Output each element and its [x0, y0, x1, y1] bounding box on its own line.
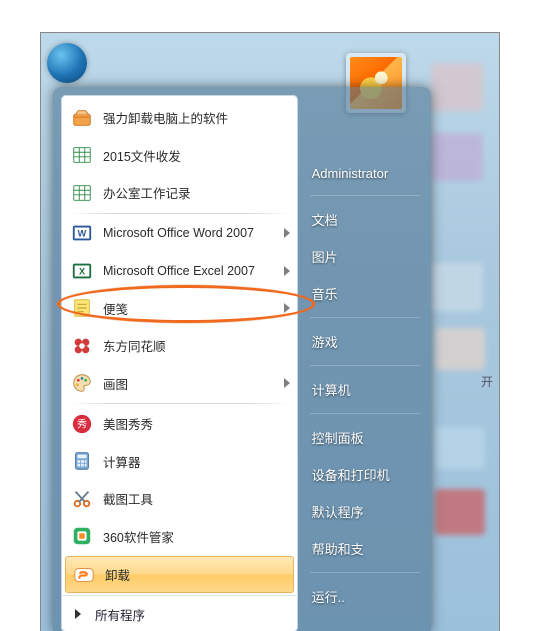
program-item[interactable]: 360软件管家	[63, 518, 296, 556]
start-menu: 强力卸载电脑上的软件 2015文件收发办公室工作记录 W Microsoft Offi…	[53, 87, 431, 631]
separator	[310, 572, 420, 573]
separator	[69, 403, 290, 404]
program-item-label: 2015文件收发	[103, 146, 290, 165]
program-item-label: 美图秀秀	[103, 414, 290, 433]
right-panel-item[interactable]: 控制面板	[310, 419, 423, 456]
right-panel-item[interactable]: 帮助和支	[310, 530, 423, 567]
program-item[interactable]: 东方同花顺	[63, 327, 296, 365]
triangle-right-icon	[75, 609, 81, 619]
separator	[310, 195, 420, 196]
excel-icon: X	[71, 260, 93, 282]
xiu-icon: 秀	[71, 413, 93, 435]
excel-grid-icon	[71, 182, 93, 204]
desktop-icon-blur	[431, 133, 483, 181]
excel-grid-icon	[71, 144, 93, 166]
program-item[interactable]: 办公室工作记录	[63, 174, 296, 212]
sogou-icon	[73, 564, 95, 586]
program-item-label: 强力卸载电脑上的软件	[103, 108, 290, 127]
separator	[310, 413, 420, 414]
calc-icon	[71, 450, 93, 472]
right-panel-item[interactable]: 设备和打印机	[310, 456, 423, 493]
separator	[310, 365, 420, 366]
all-programs-button[interactable]: 所有程序	[61, 595, 298, 631]
program-list: 强力卸载电脑上的软件 2015文件收发办公室工作记录 W Microsoft Offi…	[61, 95, 298, 595]
program-item-label: 东方同花顺	[103, 336, 290, 355]
desktop-icon-blur	[431, 63, 483, 111]
svg-text:W: W	[78, 229, 87, 239]
paint-icon	[71, 372, 93, 394]
user-name-label[interactable]: Administrator	[310, 157, 423, 190]
program-item-label: 卸载	[105, 565, 287, 584]
program-item[interactable]: 秀 美图秀秀	[63, 405, 296, 443]
desktop-icon-blur	[435, 427, 485, 469]
svg-text:X: X	[79, 266, 86, 276]
word-icon: W	[71, 222, 93, 244]
submenu-arrow-icon	[284, 303, 290, 313]
program-item-label: 便笺	[103, 299, 284, 318]
desktop-icon-blur	[435, 328, 485, 370]
separator	[69, 213, 290, 214]
snip-icon	[71, 488, 93, 510]
program-item[interactable]: 便笺	[63, 290, 296, 328]
program-item-label: Microsoft Office Excel 2007	[103, 264, 284, 278]
submenu-arrow-icon	[284, 378, 290, 388]
note-yellow-icon	[71, 297, 93, 319]
start-menu-left-panel: 强力卸载电脑上的软件 2015文件收发办公室工作记录 W Microsoft Offi…	[61, 95, 298, 631]
box-orange-icon	[71, 107, 93, 129]
right-panel-item[interactable]: 音乐	[310, 275, 423, 312]
program-item[interactable]: 卸载	[65, 556, 294, 593]
right-panel-item[interactable]: 默认程序	[310, 493, 423, 530]
submenu-arrow-icon	[284, 228, 290, 238]
flower-red-icon	[71, 335, 93, 357]
submenu-arrow-icon	[284, 266, 290, 276]
program-item-label: 画图	[103, 374, 284, 393]
program-item[interactable]: 2015文件收发	[63, 137, 296, 175]
screenshot-frame: 开 强力卸载电脑上的软件 2015文件收发办公室工作记录 W Microsoft Of…	[40, 32, 500, 631]
program-item[interactable]: W Microsoft Office Word 2007	[63, 215, 296, 253]
program-item-label: 360软件管家	[103, 527, 290, 546]
program-item-label: 计算器	[103, 452, 290, 471]
program-item[interactable]: X Microsoft Office Excel 2007	[63, 252, 296, 290]
right-panel-item[interactable]: 运行..	[310, 578, 423, 615]
separator	[310, 317, 420, 318]
program-item[interactable]: 计算器	[63, 443, 296, 481]
right-panel-item[interactable]: 文档	[310, 201, 423, 238]
all-programs-label: 所有程序	[95, 605, 145, 624]
right-panel-item[interactable]: 图片	[310, 238, 423, 275]
guard-green-icon	[71, 525, 93, 547]
program-item-label: 办公室工作记录	[103, 183, 290, 202]
desktop-icon-blur	[431, 263, 483, 311]
program-item[interactable]: 截图工具	[63, 480, 296, 518]
program-item[interactable]: 强力卸载电脑上的软件	[63, 99, 296, 137]
program-item[interactable]: 画图	[63, 365, 296, 403]
program-item-label: 截图工具	[103, 489, 290, 508]
right-panel-item[interactable]: 计算机	[310, 371, 423, 408]
desktop-icon-label: 开	[481, 373, 493, 390]
program-item-label: Microsoft Office Word 2007	[103, 226, 284, 240]
start-orb-icon[interactable]	[47, 43, 87, 83]
start-menu-right-panel: Administrator 文档图片音乐游戏计算机控制面板设备和打印机默认程序帮…	[298, 95, 423, 631]
svg-text:秀: 秀	[77, 418, 87, 430]
desktop-icon-blur	[435, 489, 485, 535]
right-panel-item[interactable]: 游戏	[310, 323, 423, 360]
